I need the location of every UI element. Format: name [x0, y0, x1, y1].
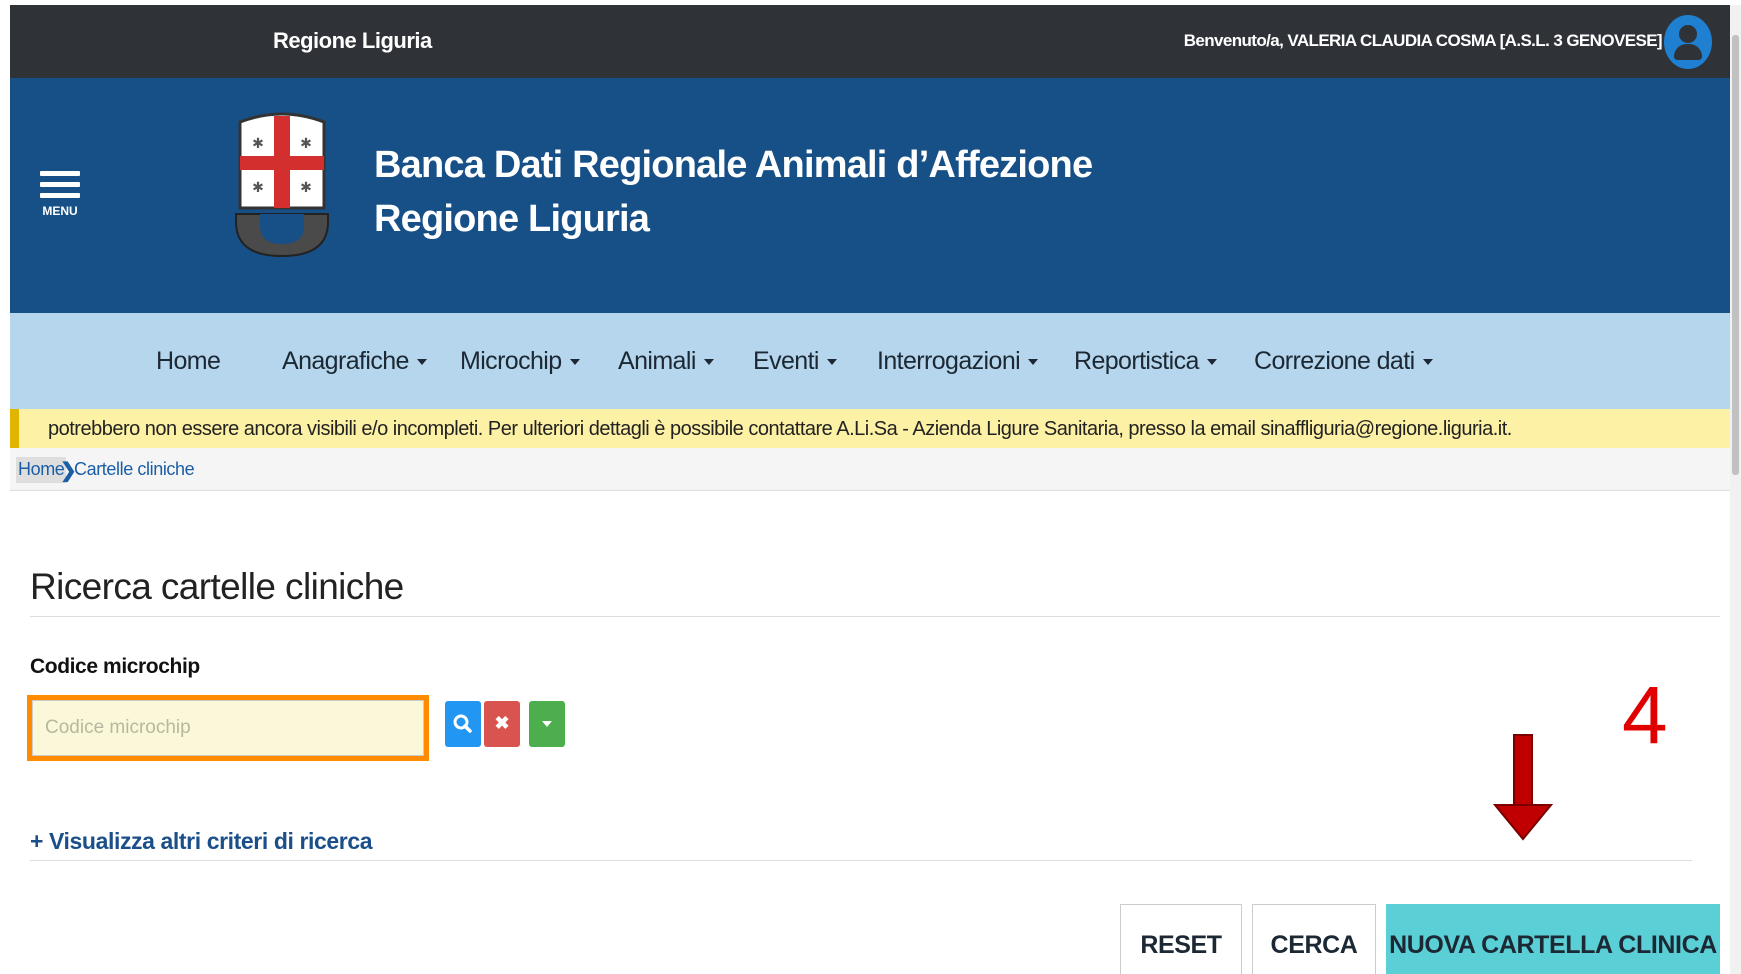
nav-label: Eventi [753, 347, 819, 375]
notice-banner: potrebbero non essere ancora visibili e/… [10, 409, 1730, 448]
avatar-body [1674, 44, 1702, 60]
caret-down-icon [1206, 359, 1217, 366]
nav-label: Reportistica [1074, 347, 1199, 375]
nav-label: Correzione dati [1254, 347, 1415, 375]
site-title: Banca Dati Regionale Animali d’Affezione… [374, 138, 1093, 246]
search-button[interactable] [445, 701, 481, 747]
svg-text:✱: ✱ [300, 136, 312, 152]
microchip-field-label: Codice microchip [30, 655, 200, 678]
nav-item-microchip[interactable]: Microchip [460, 347, 580, 376]
notice-text: potrebbero non essere ancora visibili e/… [48, 418, 1512, 440]
cerca-button-label: CERCA [1270, 931, 1358, 959]
nav-item-correzione-dati[interactable]: Correzione dati [1254, 347, 1433, 376]
page-title: Ricerca cartelle cliniche [30, 566, 404, 607]
region-name[interactable]: Regione Liguria [273, 28, 432, 54]
menu-button[interactable]: MENU [40, 171, 82, 218]
nav-label: Animali [618, 347, 696, 375]
nav-label: Home [156, 347, 221, 375]
svg-text:✱: ✱ [300, 180, 312, 196]
cerca-button[interactable]: CERCA [1252, 904, 1376, 974]
close-icon: ✖ [494, 713, 510, 733]
avatar-head [1679, 25, 1697, 43]
options-dropdown-button[interactable] [529, 701, 565, 747]
nav-label: Interrogazioni [877, 347, 1021, 375]
svg-text:✱: ✱ [252, 136, 264, 152]
caret-down-icon [1422, 359, 1433, 366]
divider [30, 616, 1720, 617]
nav-label: Microchip [460, 347, 562, 375]
regione-liguria-logo[interactable]: ✱ ✱ ✱ ✱ [232, 110, 332, 260]
top-bar: Regione Liguria Benvenuto/a, VALERIA CLA… [10, 5, 1730, 78]
caret-down-icon [1028, 359, 1039, 366]
reset-button-label: RESET [1140, 931, 1222, 959]
browser-viewport: Regione Liguria Benvenuto/a, VALERIA CLA… [10, 5, 1730, 974]
menu-label: MENU [42, 204, 78, 218]
more-criteria-link[interactable]: + Visualizza altri criteri di ricerca [30, 828, 373, 855]
search-icon [453, 714, 472, 733]
nav-item-interrogazioni[interactable]: Interrogazioni [877, 347, 1039, 376]
caret-down-icon [416, 359, 427, 366]
user-avatar-icon[interactable] [1664, 15, 1712, 69]
hamburger-icon-bar [40, 193, 80, 198]
caret-down-icon [542, 721, 552, 727]
microchip-input[interactable] [32, 700, 424, 756]
breadcrumb: Home ❯ Cartelle cliniche [10, 448, 1730, 491]
caret-down-icon [703, 359, 714, 366]
nav-item-reportistica[interactable]: Reportistica [1074, 347, 1217, 376]
nav-item-animali[interactable]: Animali [618, 347, 714, 376]
svg-text:✱: ✱ [252, 180, 264, 196]
divider [30, 860, 1692, 861]
nav-item-home[interactable]: Home [156, 347, 221, 376]
site-title-line1: Banca Dati Regionale Animali d’Affezione [374, 144, 1093, 186]
site-header: MENU ✱ ✱ ✱ ✱ Banca Dati Regionale Animal… [10, 78, 1730, 313]
hamburger-icon-bar [40, 182, 80, 187]
scrollbar-thumb[interactable] [1732, 35, 1739, 475]
highlight-box [27, 695, 429, 761]
breadcrumb-current: Cartelle cliniche [74, 459, 195, 479]
breadcrumb-home[interactable]: Home [16, 457, 67, 483]
annotation-step-number: 4 [1622, 670, 1668, 761]
reset-button[interactable]: RESET [1120, 904, 1242, 974]
welcome-user-text: Benvenuto/a, VALERIA CLAUDIA COSMA [A.S.… [1183, 31, 1663, 50]
site-title-line2: Regione Liguria [374, 198, 650, 240]
vertical-scrollbar[interactable] [1730, 5, 1741, 974]
nav-item-anagrafiche[interactable]: Anagrafiche [282, 347, 427, 376]
clear-button[interactable]: ✖ [484, 701, 520, 747]
new-clinical-record-label: NUOVA CARTELLA CLINICA [1389, 931, 1717, 959]
new-clinical-record-button[interactable]: NUOVA CARTELLA CLINICA [1386, 904, 1720, 974]
nav-label: Anagrafiche [282, 347, 409, 375]
nav-item-eventi[interactable]: Eventi [753, 347, 837, 376]
caret-down-icon [826, 359, 837, 366]
caret-down-icon [569, 359, 580, 366]
annotation-arrow-down-icon [1492, 734, 1554, 841]
hamburger-icon-bar [40, 171, 80, 176]
main-nav: Home Anagrafiche Microchip Animali Event… [10, 313, 1730, 409]
